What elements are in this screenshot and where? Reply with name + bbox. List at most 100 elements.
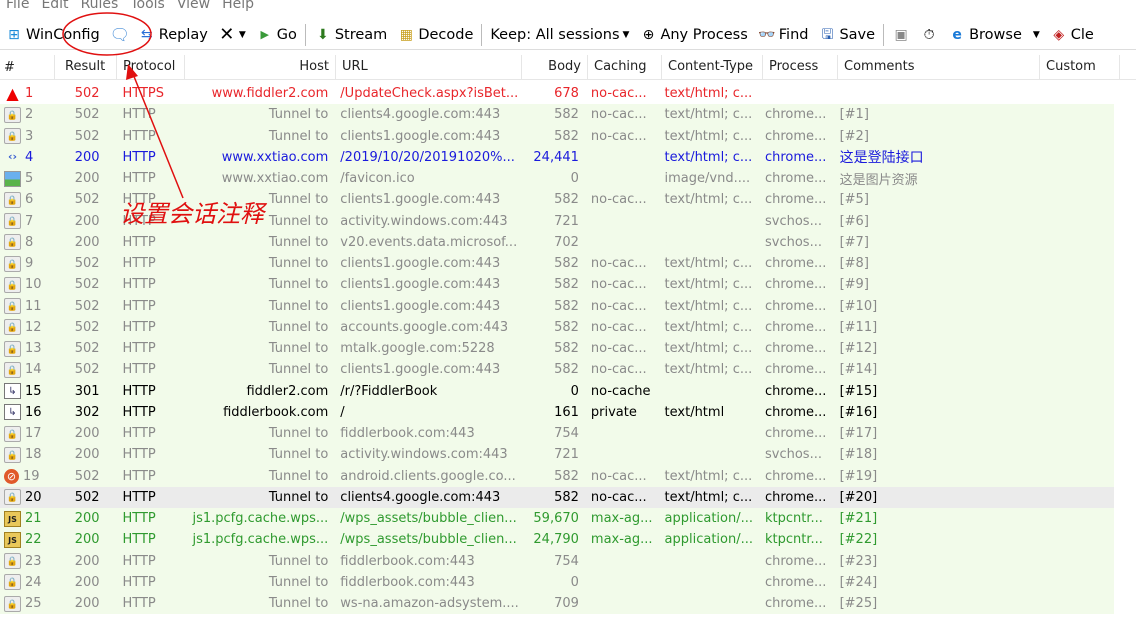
session-row[interactable]: 🔒 14 502 HTTP Tunnel to clients1.google.com:4… bbox=[0, 359, 1114, 381]
session-row[interactable]: 🔒 3 502 HTTP Tunnel to clients1.google.com:44… bbox=[0, 125, 1114, 147]
save-button[interactable]: 🖫 Save bbox=[813, 21, 880, 49]
session-row[interactable]: 🔒 11 502 HTTP Tunnel to clients1.google.com:4… bbox=[0, 295, 1114, 317]
lock-icon: 🔒 bbox=[4, 319, 21, 336]
column-header-content-type[interactable]: Content-Type bbox=[662, 55, 763, 80]
process-cell: svchos... bbox=[764, 234, 822, 250]
session-row[interactable]: 5 200 HTTP www.xxtiao.com/favicon.ico 0 image… bbox=[0, 168, 1114, 190]
host-cell: Tunnel to bbox=[268, 489, 329, 505]
session-row[interactable]: 🔒 23 200 HTTP Tunnel to fiddlerbook.com:443 75… bbox=[0, 550, 1114, 572]
session-row[interactable]: 🔒 18 200 HTTP Tunnel to activity.windows.com:… bbox=[0, 444, 1114, 466]
find-button[interactable]: 👓 Find bbox=[753, 21, 814, 49]
body-cell: 709 bbox=[554, 596, 579, 612]
column-header-protocol[interactable]: Protocol bbox=[117, 55, 185, 80]
result-cell: 502 bbox=[74, 86, 100, 102]
column-header-custom[interactable]: Custom bbox=[1040, 55, 1120, 80]
session-number-cell: 🔒 20 bbox=[0, 489, 55, 506]
lock-icon: 🔒 bbox=[4, 361, 21, 378]
session-number: 19 bbox=[23, 468, 40, 484]
blocked-icon: ⊘ bbox=[4, 468, 19, 484]
image-icon bbox=[4, 170, 21, 187]
stream-button[interactable]: ⬇ Stream bbox=[309, 21, 392, 49]
session-row[interactable]: 🔒 8 200 HTTP Tunnel to v20.events.data.micros… bbox=[0, 231, 1114, 253]
session-row[interactable]: 🔒 2 502 HTTP Tunnel to clients4.google.com:44… bbox=[0, 104, 1114, 126]
host-cell: Tunnel to bbox=[268, 447, 329, 463]
session-number-cell: 🔒 2 bbox=[0, 106, 55, 123]
column-header-host[interactable]: Host bbox=[185, 55, 336, 80]
timer-button[interactable]: ⏱ bbox=[915, 21, 943, 49]
session-row[interactable]: 🔒 20 502 HTTP Tunnel to clients4.google.com:4… bbox=[0, 486, 1114, 508]
session-row[interactable]: 🔒 9 502 HTTP Tunnel to clients1.google.com:44… bbox=[0, 253, 1114, 275]
protocol-cell: HTTP bbox=[122, 149, 156, 165]
replay-button[interactable]: ⇆ Replay bbox=[133, 21, 213, 49]
comments-cell: 这是图片资源 bbox=[839, 173, 918, 189]
process-cell: chrome... bbox=[764, 192, 827, 208]
column-header-caching[interactable]: Caching bbox=[588, 55, 662, 80]
session-row[interactable]: 🔒 12 502 HTTP Tunnel to accounts.google.com:4… bbox=[0, 316, 1114, 338]
body-cell: 582 bbox=[554, 298, 579, 314]
menu-edit[interactable]: Edit bbox=[35, 0, 74, 16]
url-cell: clients1.google.com:443 bbox=[340, 298, 501, 314]
result-cell: 200 bbox=[74, 213, 100, 229]
protocol-cell: HTTP bbox=[122, 532, 156, 548]
session-row[interactable]: ⊘ 19 502 HTTP Tunnel to android.clients.googl… bbox=[0, 465, 1114, 487]
caching-cell: no-cache bbox=[590, 383, 651, 399]
ctype-cell: text/html; c... bbox=[664, 192, 753, 208]
session-row[interactable]: ↳ 15 301 HTTP fiddler2.com/r/?FiddlerBook 0 no… bbox=[0, 380, 1114, 402]
process-cell: chrome... bbox=[764, 596, 827, 612]
ctype-cell: text/html; c... bbox=[664, 86, 753, 102]
url-cell: accounts.google.com:443 bbox=[340, 319, 509, 335]
separator bbox=[481, 23, 483, 46]
column-header-comments[interactable]: Comments bbox=[838, 55, 1040, 80]
session-row[interactable]: ▲ 1 502 HTTPS www.fiddler2.com/UpdateCheck.a… bbox=[0, 83, 1114, 105]
column-header-result[interactable]: Result bbox=[55, 55, 117, 80]
session-row[interactable]: 🔒 13 502 HTTP Tunnel to mtalk.google.com:5228… bbox=[0, 338, 1114, 360]
comment-button[interactable]: 🗨 bbox=[105, 21, 133, 49]
menu-tools[interactable]: Tools bbox=[124, 0, 171, 16]
column-header-process[interactable]: Process bbox=[763, 55, 838, 80]
menu-file[interactable]: File bbox=[0, 0, 35, 16]
ctype-cell: text/html bbox=[664, 404, 725, 420]
column-header-number[interactable]: # bbox=[0, 55, 55, 80]
session-row[interactable]: 🔒 10 502 HTTP Tunnel to clients1.google.com:4… bbox=[0, 274, 1114, 296]
any-process-button[interactable]: ⊕ Any Process bbox=[634, 21, 752, 49]
session-number-cell: 🔒 18 bbox=[0, 446, 55, 463]
session-row[interactable]: 🔒 24 200 HTTP Tunnel to fiddlerbook.com:443 0 c… bbox=[0, 571, 1114, 593]
session-row[interactable]: JS 22 200 HTTP js1.pcfg.cache.wps... /wps_ass… bbox=[0, 529, 1114, 551]
result-cell: 200 bbox=[74, 171, 100, 187]
session-number: 22 bbox=[25, 532, 42, 548]
lock-icon: 🔒 bbox=[4, 298, 21, 315]
session-row[interactable]: 🔒 17 200 HTTP Tunnel to fiddlerbook.com:443 75… bbox=[0, 423, 1114, 445]
decode-button[interactable]: ▦ Decode bbox=[392, 21, 478, 49]
protocol-cell: HTTP bbox=[122, 341, 156, 357]
session-number-cell: 🔒 9 bbox=[0, 255, 55, 272]
annotation-text: 设置会话注释 bbox=[120, 200, 264, 228]
column-header-url[interactable]: URL bbox=[336, 55, 522, 80]
column-header-body[interactable]: Body bbox=[522, 55, 588, 80]
browse-button[interactable]: e Browse ▼ bbox=[943, 21, 1045, 49]
go-button[interactable]: ▶ Go bbox=[251, 21, 302, 49]
session-row[interactable]: ‹› 4 200 HTTP www.xxtiao.com/2019/10/20/2019… bbox=[0, 146, 1114, 168]
menu-help[interactable]: Help bbox=[216, 0, 260, 16]
body-cell: 0 bbox=[570, 574, 579, 590]
separator bbox=[304, 23, 306, 46]
url-cell: clients4.google.com:443 bbox=[340, 489, 501, 505]
ctype-cell: text/html; c... bbox=[664, 468, 753, 484]
process-cell: chrome... bbox=[764, 298, 827, 314]
host-cell: fiddlerbook.com bbox=[223, 404, 329, 420]
session-row[interactable]: 🔒 25 200 HTTP Tunnel to ws-na.amazon-adsystem… bbox=[0, 593, 1114, 615]
caching-cell: private bbox=[590, 404, 637, 420]
session-row[interactable]: JS 21 200 HTTP js1.pcfg.cache.wps... /wps_ass… bbox=[0, 508, 1114, 530]
menu-view[interactable]: View bbox=[171, 0, 216, 16]
remove-button[interactable]: ✕ ▼ bbox=[213, 21, 251, 49]
screenshot-button[interactable]: ▣ bbox=[887, 21, 915, 49]
session-row[interactable]: ↳ 16 302 HTTP fiddlerbook.com / 161 private text… bbox=[0, 401, 1114, 423]
winconfig-button[interactable]: ⊞ WinConfig bbox=[0, 21, 105, 49]
comments-cell: [#5] bbox=[839, 192, 869, 208]
host-cell: Tunnel to bbox=[268, 319, 329, 335]
toolbar: ⊞ WinConfig 🗨 ⇆ Replay ✕ ▼ ▶ Go ⬇ Stream ▦ Dec… bbox=[0, 20, 1136, 50]
clear-cache-button[interactable]: ◈ Cle bbox=[1045, 21, 1099, 49]
comments-cell: [#12] bbox=[839, 341, 878, 357]
menu-rules[interactable]: Rules bbox=[75, 0, 125, 16]
host-cell: Tunnel to bbox=[268, 298, 329, 314]
keep-sessions-dropdown[interactable]: Keep: All sessions ▼ bbox=[485, 21, 634, 49]
